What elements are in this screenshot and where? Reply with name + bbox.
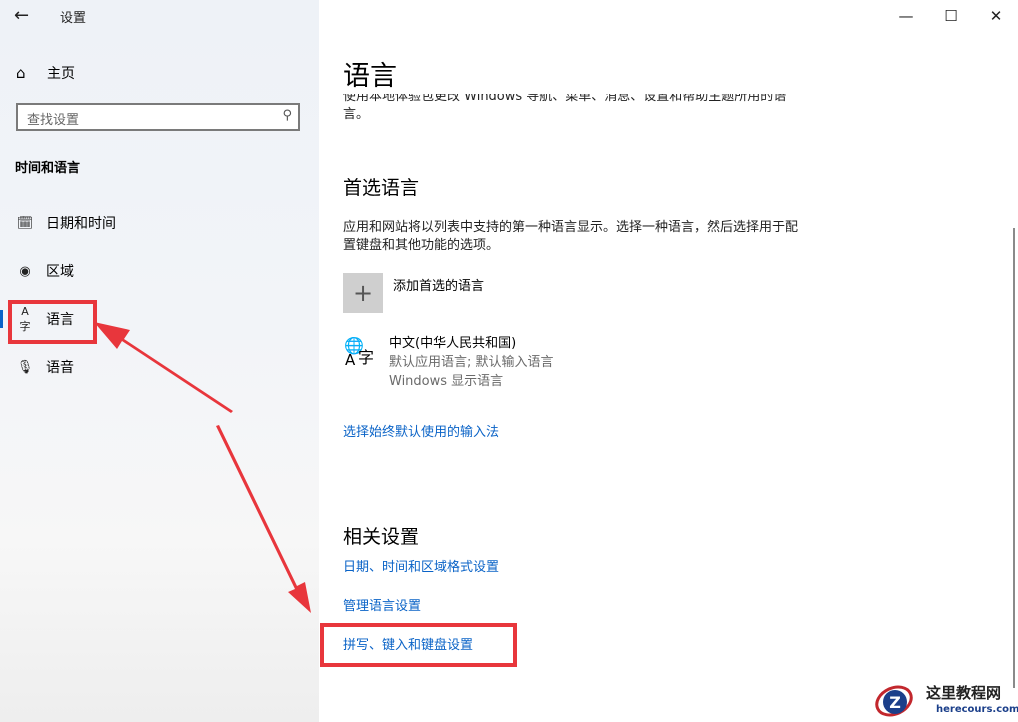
arrow-to-keyboard-link <box>216 425 311 613</box>
watermark-logo: Z <box>875 685 913 717</box>
watermark-url: herecours.com <box>936 704 1018 715</box>
svg-text:Z: Z <box>889 693 901 712</box>
arrow-to-sidebar <box>94 322 233 413</box>
watermark: Z 这里教程网 herecours.com <box>868 679 1018 722</box>
watermark-text: 这里教程网 <box>926 684 1002 702</box>
annotation-arrows <box>94 322 311 613</box>
